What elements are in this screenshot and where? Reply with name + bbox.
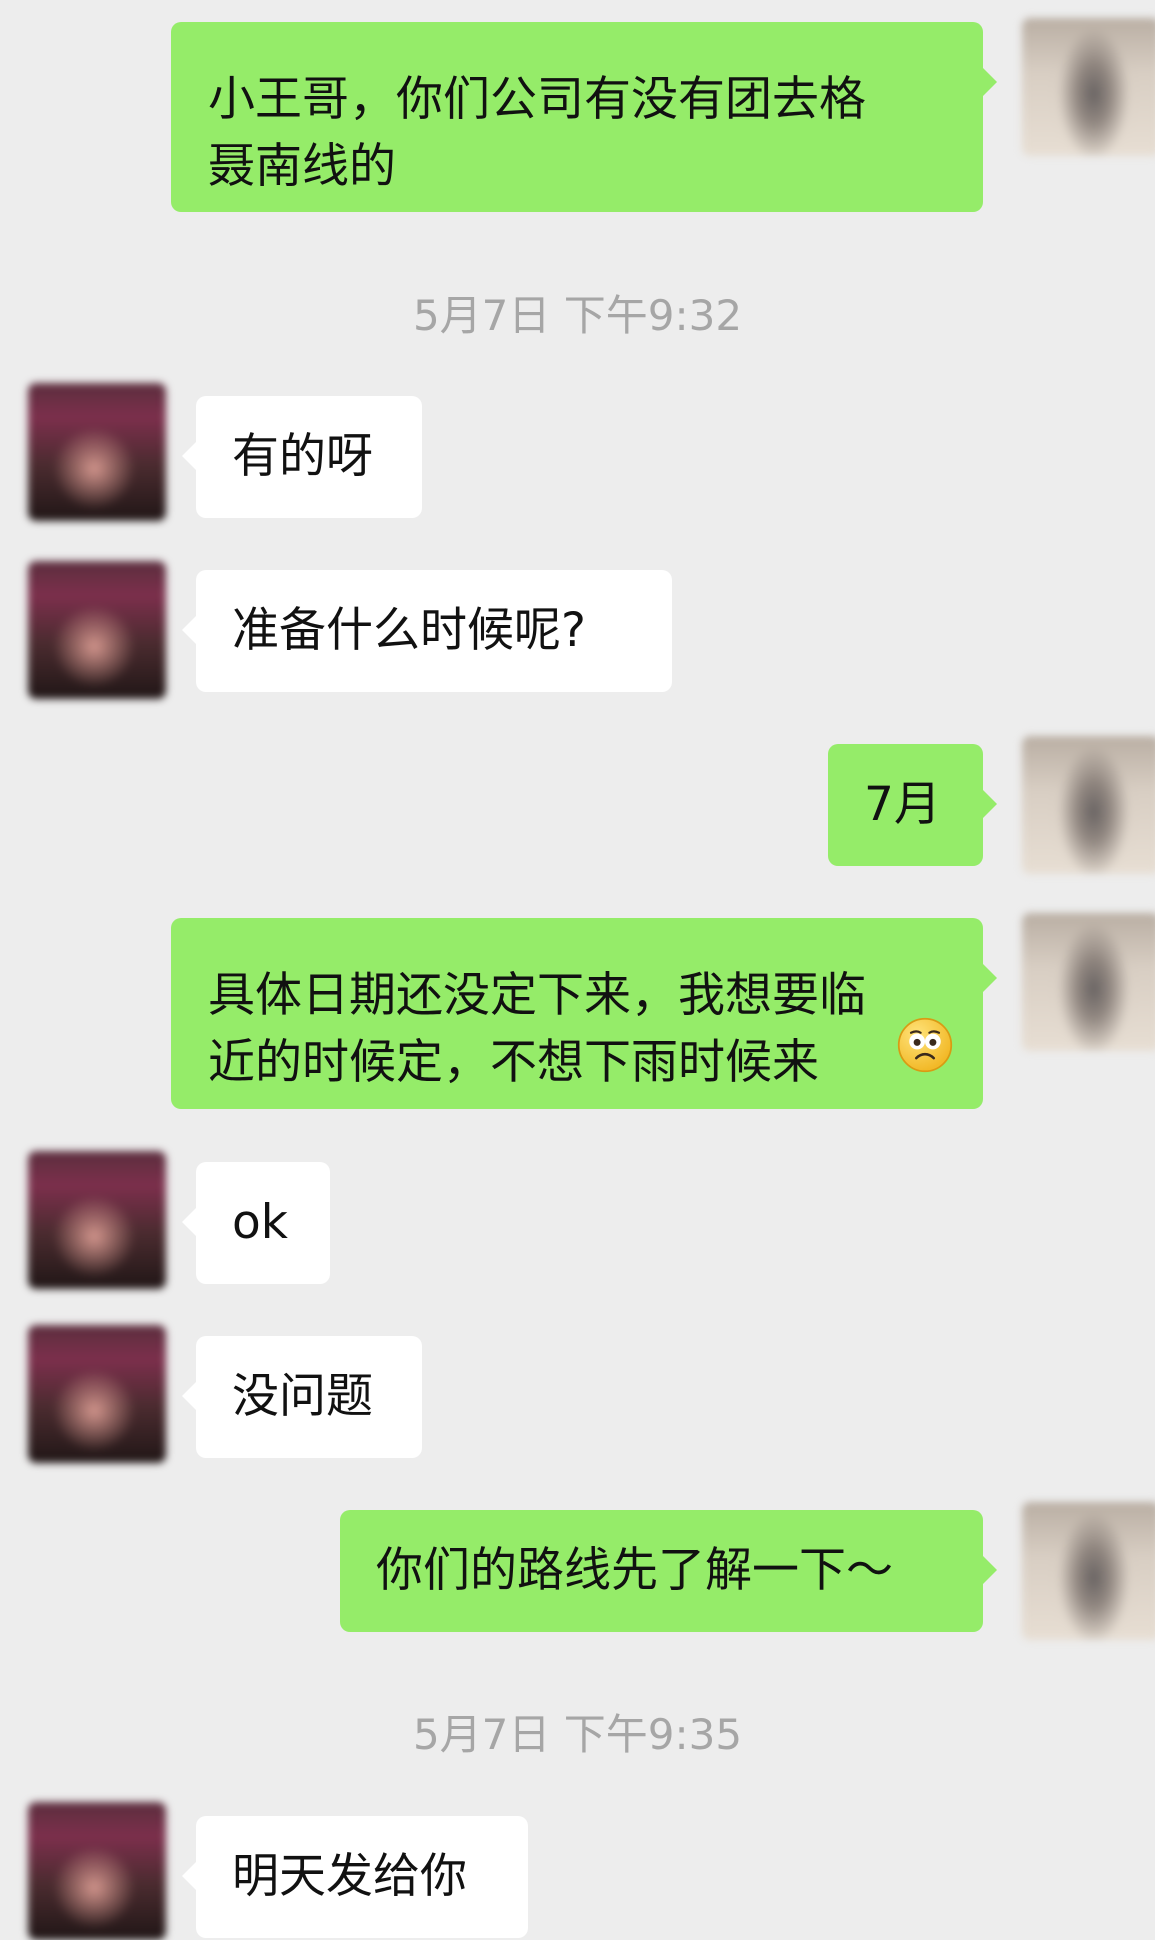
contact-avatar[interactable] bbox=[28, 1802, 166, 1940]
message-text: 没问题 bbox=[232, 1369, 373, 1424]
message-bubble-outgoing[interactable]: 小王哥，你们公司有没有团去格 聂南线的 bbox=[171, 22, 997, 212]
message-text: 准备什么时候呢? bbox=[232, 603, 586, 658]
message-text: 具体日期还没定下来，我想要临 近的时候定，不想下雨时候来 bbox=[208, 968, 866, 1090]
message-text: 有的呀 bbox=[232, 429, 373, 484]
timestamp: 5月7日 下午9:32 bbox=[412, 291, 743, 340]
worried-face-icon bbox=[897, 1017, 953, 1073]
chat-thread[interactable]: 小王哥，你们公司有没有团去格 聂南线的 5月7日 下午9:32 有的呀 准备什么… bbox=[0, 0, 1155, 1940]
contact-avatar[interactable] bbox=[28, 1151, 166, 1289]
message-text: 小王哥，你们公司有没有团去格 聂南线的 bbox=[208, 72, 866, 194]
message-bubble-incoming[interactable]: 明天发给你 bbox=[182, 1816, 528, 1938]
message-text: ok bbox=[232, 1195, 288, 1250]
message-text: 7月 bbox=[864, 777, 941, 832]
message-bubble-incoming[interactable]: 准备什么时候呢? bbox=[182, 570, 672, 692]
contact-avatar[interactable] bbox=[28, 383, 166, 521]
message-bubble-incoming[interactable]: 有的呀 bbox=[182, 396, 422, 518]
message-text: 你们的路线先了解一下～ bbox=[376, 1543, 893, 1598]
contact-avatar[interactable] bbox=[28, 561, 166, 699]
message-bubble-incoming[interactable]: ok bbox=[182, 1162, 330, 1284]
my-avatar[interactable] bbox=[1022, 736, 1155, 874]
timestamp: 5月7日 下午9:35 bbox=[412, 1710, 743, 1759]
message-bubble-incoming[interactable]: 没问题 bbox=[182, 1336, 422, 1458]
message-text: 明天发给你 bbox=[232, 1849, 467, 1904]
my-avatar[interactable] bbox=[1022, 18, 1155, 156]
message-bubble-outgoing[interactable]: 7月 bbox=[828, 744, 997, 866]
message-bubble-outgoing[interactable]: 你们的路线先了解一下～ bbox=[340, 1510, 997, 1632]
contact-avatar[interactable] bbox=[28, 1325, 166, 1463]
message-bubble-outgoing[interactable]: 具体日期还没定下来，我想要临 近的时候定，不想下雨时候来 bbox=[171, 918, 997, 1109]
my-avatar[interactable] bbox=[1022, 913, 1155, 1051]
my-avatar[interactable] bbox=[1022, 1502, 1155, 1640]
